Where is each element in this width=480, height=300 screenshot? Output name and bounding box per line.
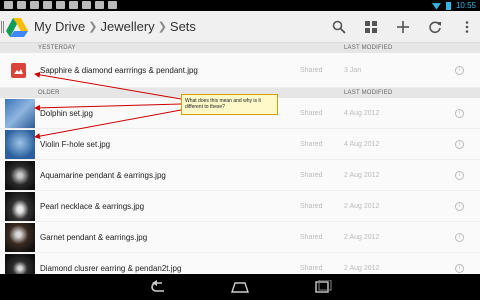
diamond-cluster-thumbnail bbox=[5, 254, 35, 274]
shared-status: Shared bbox=[300, 140, 323, 148]
file-row[interactable]: Diamond clusrer earring & pendan2t.jpg S… bbox=[0, 253, 480, 274]
gallery-notification-icon bbox=[4, 1, 13, 9]
info-icon[interactable]: i bbox=[455, 201, 464, 211]
shared-status: Shared bbox=[300, 202, 323, 210]
shared-status: Shared bbox=[300, 171, 323, 179]
google-drive-logo-icon[interactable] bbox=[6, 16, 28, 38]
navigation-bar bbox=[0, 274, 480, 300]
modified-date: 2 Aug 2012 bbox=[344, 171, 380, 179]
info-icon[interactable]: i bbox=[455, 65, 464, 75]
grid-view-icon[interactable] bbox=[364, 20, 378, 34]
shared-status: Shared bbox=[300, 264, 323, 272]
file-name: Sapphire & diamond earrrings & pendant.j… bbox=[40, 65, 198, 75]
breadcrumb-jewellery[interactable]: Jewellery bbox=[101, 19, 155, 34]
breadcrumb: My Drive ❯ Jewellery ❯ Sets bbox=[34, 19, 196, 34]
add-icon[interactable] bbox=[396, 20, 410, 34]
info-icon[interactable]: i bbox=[455, 232, 464, 242]
file-row[interactable]: Garnet pendant & earrings.jpg Shared 2 A… bbox=[0, 222, 480, 253]
android-notification-icon bbox=[30, 1, 39, 9]
modified-date: 4 Aug 2012 bbox=[344, 109, 380, 117]
info-icon[interactable]: i bbox=[455, 139, 464, 149]
file-name: Pearl necklace & earrings.jpg bbox=[40, 201, 145, 211]
pearl-necklace-thumbnail bbox=[5, 192, 35, 221]
shop-notification-icon bbox=[108, 1, 117, 9]
file-name: Aquamarine pendant & earrings.jpg bbox=[40, 170, 166, 180]
file-row[interactable]: Sapphire & diamond earrrings & pendant.j… bbox=[0, 53, 480, 88]
file-name: Dolphin set.jpg bbox=[40, 108, 93, 118]
info-icon[interactable]: i bbox=[455, 170, 464, 180]
action-bar: My Drive ❯ Jewellery ❯ Sets bbox=[0, 11, 480, 43]
breadcrumb-my-drive[interactable]: My Drive bbox=[34, 19, 85, 34]
cloud-notification-icon bbox=[43, 1, 52, 9]
recent-apps-icon[interactable] bbox=[312, 280, 332, 294]
file-list: YESTERDAY LAST MODIFIED Sapphire & diamo… bbox=[0, 43, 480, 274]
violin-set-thumbnail bbox=[5, 130, 35, 159]
garnet-thumbnail bbox=[5, 223, 35, 252]
modified-date: 2 Aug 2012 bbox=[344, 264, 380, 272]
section-header-yesterday: YESTERDAY LAST MODIFIED bbox=[0, 43, 480, 53]
cloud-upload-notification-icon bbox=[56, 1, 65, 9]
drawer-indicator-icon[interactable] bbox=[1, 21, 4, 33]
file-row[interactable]: Violin F-hole set.jpg Shared 4 Aug 2012 … bbox=[0, 129, 480, 160]
file-row[interactable]: Aquamarine pendant & earrings.jpg Shared… bbox=[0, 160, 480, 191]
drive-notification-icon bbox=[82, 1, 91, 9]
file-name: Garnet pendant & earrings.jpg bbox=[40, 232, 148, 242]
annotation-callout: What does this mean and why is it differ… bbox=[181, 94, 278, 115]
chevron-right-icon: ❯ bbox=[157, 21, 167, 33]
modified-date: 2 Aug 2012 bbox=[344, 233, 380, 241]
shared-status: Shared bbox=[300, 233, 323, 241]
download-notification-icon bbox=[95, 1, 104, 9]
last-modified-column-header[interactable]: LAST MODIFIED bbox=[344, 90, 393, 96]
section-title: OLDER bbox=[38, 90, 60, 96]
modified-date: 3 Jan bbox=[344, 66, 362, 74]
battery-icon bbox=[445, 1, 451, 10]
shared-status: Shared bbox=[300, 66, 323, 74]
info-icon[interactable]: i bbox=[455, 263, 464, 273]
section-title: YESTERDAY bbox=[38, 45, 76, 51]
refresh-icon[interactable] bbox=[428, 20, 442, 34]
cloud-sync-notification-icon bbox=[69, 1, 78, 9]
clock: 10:55 bbox=[455, 1, 476, 10]
wifi-icon bbox=[431, 3, 441, 10]
last-modified-column-header[interactable]: LAST MODIFIED bbox=[344, 45, 393, 51]
back-icon[interactable] bbox=[148, 280, 168, 294]
file-name: Diamond clusrer earring & pendan2t.jpg bbox=[40, 263, 182, 273]
breadcrumb-sets[interactable]: Sets bbox=[170, 19, 196, 34]
dolphin-set-thumbnail bbox=[5, 99, 35, 128]
search-icon[interactable] bbox=[332, 20, 346, 34]
modified-date: 4 Aug 2012 bbox=[344, 140, 380, 148]
modified-date: 2 Aug 2012 bbox=[344, 202, 380, 210]
image-file-icon bbox=[11, 63, 26, 78]
file-name: Violin F-hole set.jpg bbox=[40, 139, 111, 149]
status-bar: 10:55 bbox=[0, 0, 480, 11]
overflow-menu-icon[interactable] bbox=[460, 20, 474, 34]
chevron-right-icon: ❯ bbox=[88, 21, 98, 33]
shared-status: Shared bbox=[300, 109, 323, 117]
photo-notification-icon bbox=[17, 1, 26, 9]
file-row[interactable]: Pearl necklace & earrings.jpg Shared 2 A… bbox=[0, 191, 480, 222]
aquamarine-thumbnail bbox=[5, 161, 35, 190]
notification-icons bbox=[4, 1, 117, 9]
home-icon[interactable] bbox=[230, 280, 250, 294]
info-icon[interactable]: i bbox=[455, 108, 464, 118]
